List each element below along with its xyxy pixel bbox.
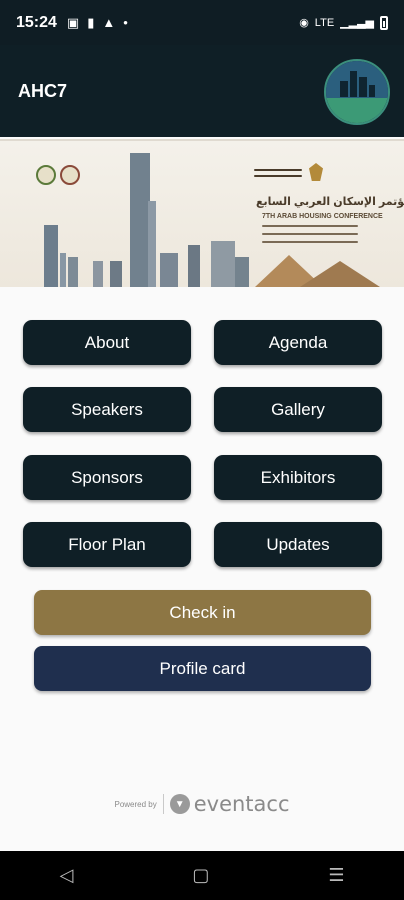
eventacc-brand: eventacc xyxy=(193,792,290,816)
updates-button[interactable]: Updates xyxy=(214,522,382,567)
profile-card-button[interactable]: Profile card xyxy=(34,646,371,691)
speakers-button[interactable]: Speakers xyxy=(23,387,191,432)
home-icon[interactable]: ▢ xyxy=(192,865,209,886)
eagle-emblem-icon xyxy=(309,163,323,181)
app-title: AHC7 xyxy=(18,80,68,101)
exhibitors-button[interactable]: Exhibitors xyxy=(214,455,382,500)
back-icon[interactable]: ◁ xyxy=(60,865,74,886)
dot-icon: • xyxy=(123,15,128,30)
floor-plan-button[interactable]: Floor Plan xyxy=(23,522,191,567)
battery-alert-icon: ▮ xyxy=(87,14,95,30)
sponsors-button[interactable]: Sponsors xyxy=(23,455,191,500)
agenda-button[interactable]: Agenda xyxy=(214,320,382,365)
warning-icon: ▲ xyxy=(102,15,116,30)
check-in-button[interactable]: Check in xyxy=(34,590,371,635)
signal-icon: ▁▂▃▅ xyxy=(340,17,374,29)
message-icon: ▣ xyxy=(66,14,80,30)
navigation-bar: ◁ ▢ ☰ xyxy=(0,851,404,900)
divider xyxy=(162,794,164,814)
emblem-icon xyxy=(60,165,80,185)
conference-logo xyxy=(324,59,390,125)
banner-arabic-title: مؤتمر الإسكان العربي السابع xyxy=(256,196,404,208)
network-label: LTE xyxy=(314,16,335,29)
gallery-button[interactable]: Gallery xyxy=(214,387,382,432)
powered-by: Powered by ▼ eventacc xyxy=(0,792,404,816)
recents-icon[interactable]: ☰ xyxy=(328,865,344,886)
conference-banner: مؤتمر الإسكان العربي السابع 7TH ARAB HOU… xyxy=(0,139,404,287)
vibrate-icon: ◉ xyxy=(299,17,309,29)
eventacc-logo-icon: ▼ xyxy=(169,794,190,814)
status-time: 15:24 xyxy=(16,13,57,31)
status-bar: 15:24 ▣ ▮ ▲ • ◉ LTE ▁▂▃▅ xyxy=(0,0,404,45)
battery-icon xyxy=(380,15,388,30)
emblem-icon xyxy=(36,165,56,185)
about-button[interactable]: About xyxy=(23,320,191,365)
powered-by-label: Powered by xyxy=(114,799,157,809)
app-bar: AHC7 xyxy=(0,45,404,137)
banner-english-title: 7TH ARAB HOUSING CONFERENCE xyxy=(262,213,383,220)
